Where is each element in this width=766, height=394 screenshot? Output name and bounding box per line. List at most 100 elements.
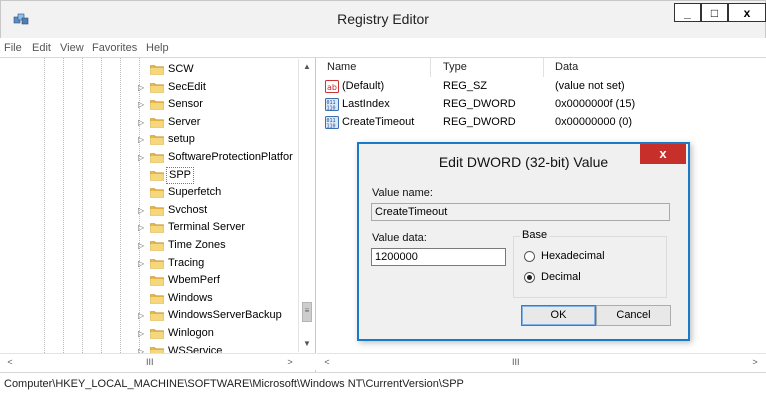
tree-item-label: Sensor [168, 98, 203, 111]
tree-item-label: Windows [168, 291, 213, 304]
value-data: 0x00000000 (0) [555, 116, 633, 128]
hexadecimal-radio[interactable]: Hexadecimal [524, 250, 644, 264]
expand-arrow-icon[interactable]: ▷ [138, 307, 146, 324]
tree-item-label: Time Zones [168, 239, 226, 251]
svg-text:110: 110 [327, 124, 336, 130]
tree-item-label: SoftwareProtectionPlatfor [168, 151, 293, 163]
expand-arrow-icon[interactable]: ▷ [138, 202, 146, 219]
scroll-down-icon[interactable]: ▼ [299, 336, 315, 352]
folder-icon [150, 205, 164, 216]
dialog-title: Edit DWORD (32-bit) Value [438, 154, 609, 170]
folder-icon [150, 311, 164, 322]
tree-item-label: Tracing [168, 256, 205, 269]
column-type-header[interactable]: Type [443, 61, 467, 73]
dword-value-icon: 011 110 [325, 98, 339, 111]
value-data-label: Value data: [372, 232, 427, 244]
value-name: LastIndex [342, 98, 390, 110]
tree-item-label: Server [168, 115, 201, 128]
column-separator [430, 58, 431, 77]
dword-value-icon: 011 110 [325, 116, 339, 129]
folder-icon [150, 65, 164, 75]
folder-icon [150, 153, 164, 163]
hexadecimal-label: Hexadecimal [541, 250, 605, 262]
value-row[interactable]: ab (Default) REG_SZ (value not set) [317, 78, 766, 95]
folder-icon [150, 241, 164, 251]
tree-item-label: Terminal Server [168, 221, 246, 234]
expand-arrow-icon[interactable]: ▷ [138, 237, 146, 254]
edit-dword-dialog: Edit DWORD (32-bit) Value x Value name: … [357, 142, 690, 341]
folder-icon [150, 170, 164, 181]
status-bar: Computer\HKEY_LOCAL_MACHINE\SOFTWARE\Mic… [0, 372, 766, 394]
folder-icon [150, 293, 164, 304]
registry-tree[interactable]: SCW ▷ SecEdit ▷ Sensor ▷ Server ▷ setup ▷ Software… [0, 58, 316, 372]
expand-arrow-icon[interactable]: ▷ [138, 219, 146, 236]
tree-item-label: Superfetch [168, 186, 222, 199]
expand-arrow-icon[interactable]: ▷ [138, 149, 146, 166]
cancel-button[interactable]: Cancel [596, 305, 671, 326]
svg-text:110: 110 [327, 106, 336, 112]
menu-bar: File Edit View Favorites Help [0, 38, 766, 58]
value-data: (value not set) [555, 80, 625, 92]
scroll-up-icon[interactable]: ▲ [299, 59, 315, 75]
scroll-thumb[interactable]: ≡ [302, 302, 312, 322]
svg-text:ab: ab [327, 83, 337, 92]
string-value-icon: ab [325, 80, 339, 93]
value-row[interactable]: 011 110 LastIndex REG_DWORD 0x0000000f (… [317, 96, 766, 113]
tree-item-label: SCW [168, 63, 194, 75]
registry-icon [13, 13, 29, 25]
tree-item-label: setup [168, 133, 195, 146]
base-groupbox: Base Hexadecimal Decimal [513, 229, 667, 298]
dialog-close-button[interactable]: x [640, 144, 686, 164]
menu-favorites[interactable]: Favorites [92, 42, 137, 54]
minimize-button[interactable]: _ [674, 3, 701, 22]
expand-arrow-icon[interactable]: ▷ [138, 114, 146, 131]
value-name-label: Value name: [372, 187, 433, 199]
scroll-right-icon[interactable]: > [282, 354, 298, 370]
folder-icon [150, 100, 164, 110]
list-horizontal-scrollbar[interactable]: < III > [317, 353, 766, 370]
expand-arrow-icon[interactable]: ▷ [138, 131, 146, 148]
registry-path: Computer\HKEY_LOCAL_MACHINE\SOFTWARE\Mic… [4, 378, 464, 390]
column-data-header[interactable]: Data [555, 61, 578, 73]
ok-button[interactable]: OK [521, 305, 596, 326]
tree-vertical-scrollbar[interactable]: ▲ ≡ ▼ [298, 59, 315, 352]
expand-arrow-icon[interactable]: ▷ [138, 96, 146, 113]
column-name-header[interactable]: Name [327, 61, 356, 73]
folder-icon [150, 188, 164, 198]
folder-icon [150, 135, 164, 146]
scroll-left-icon[interactable]: < [319, 354, 335, 370]
menu-help[interactable]: Help [146, 42, 169, 54]
value-data-input[interactable]: 1200000 [371, 248, 506, 266]
value-row[interactable]: 011 110 CreateTimeout REG_DWORD 0x000000… [317, 114, 766, 131]
value-name: CreateTimeout [342, 116, 415, 128]
scroll-right-icon[interactable]: > [747, 354, 763, 370]
radio-selected-icon [524, 272, 535, 283]
tree-item-label: Svchost [168, 203, 208, 216]
folder-icon [150, 329, 164, 339]
close-button[interactable]: x [728, 3, 766, 22]
value-type: REG_SZ [443, 80, 488, 92]
folder-icon [150, 223, 164, 234]
tree-item-label: Winlogon [168, 327, 214, 339]
menu-file[interactable]: File [4, 42, 22, 54]
tree-horizontal-scrollbar[interactable]: < III > [0, 353, 316, 370]
value-type: REG_DWORD [443, 116, 516, 128]
menu-view[interactable]: View [60, 42, 84, 54]
tree-item-label: WindowsServerBackup [168, 309, 282, 322]
window-title: Registry Editor [337, 11, 429, 27]
folder-icon [150, 117, 164, 128]
expand-arrow-icon[interactable]: ▷ [138, 325, 146, 342]
expand-arrow-icon[interactable]: ▷ [138, 79, 146, 96]
folder-icon [150, 82, 164, 93]
maximize-button[interactable]: □ [701, 3, 728, 22]
expand-arrow-icon[interactable]: ▷ [138, 255, 146, 272]
value-name-field: CreateTimeout [371, 203, 670, 221]
radio-unselected-icon [524, 251, 535, 262]
tree-item-label: SecEdit [168, 80, 206, 93]
tree-item-label: SPP [166, 166, 195, 184]
decimal-radio[interactable]: Decimal [524, 271, 644, 285]
decimal-label: Decimal [541, 271, 581, 283]
menu-edit[interactable]: Edit [32, 42, 51, 54]
folder-icon [150, 258, 164, 269]
scroll-left-icon[interactable]: < [2, 354, 18, 370]
